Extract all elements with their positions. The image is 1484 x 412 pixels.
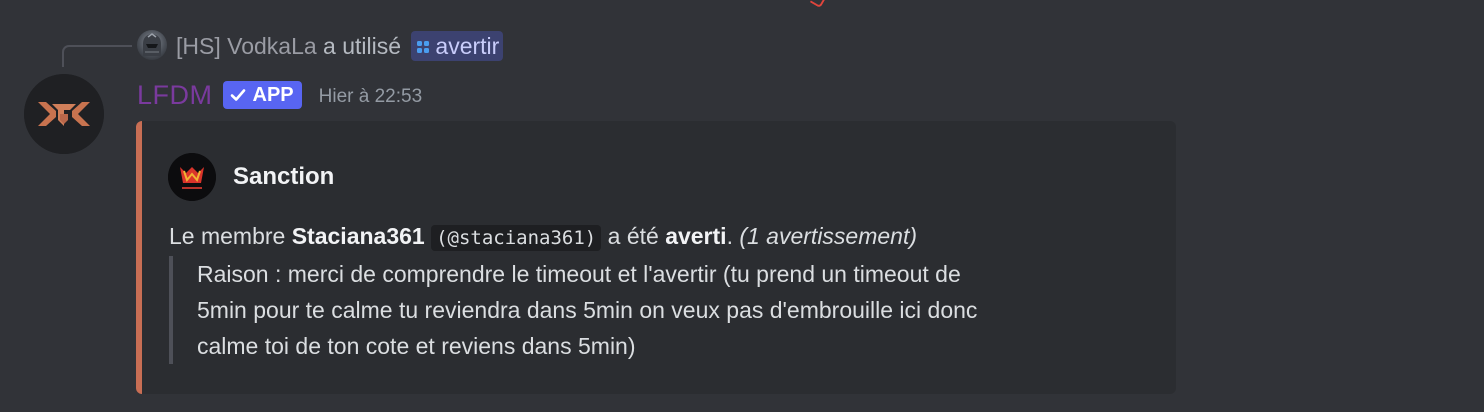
- message-header: LFDM APP Hier à 22:53: [137, 79, 422, 111]
- reply-action-text: a utilisé: [323, 33, 402, 59]
- message-timestamp[interactable]: Hier à 22:53: [319, 86, 423, 108]
- reason-line: calme toi de ton cote et reviens dans 5m…: [197, 333, 636, 359]
- bot-username[interactable]: LFDM: [137, 80, 213, 111]
- desc-prefix: Le membre: [169, 223, 292, 249]
- reply-spine-line: [62, 45, 132, 67]
- check-icon: [230, 89, 245, 101]
- reply-command-mention[interactable]: avertir: [411, 31, 504, 61]
- reason-line: 5min pour te calme tu reviendra dans 5mi…: [197, 297, 978, 323]
- desc-middle: a été: [601, 223, 666, 249]
- desc-period: .: [726, 223, 733, 249]
- reply-reference[interactable]: [HS] VodkaLa a utilisé avertir: [176, 31, 504, 61]
- reaction-mark-fragment: [809, 0, 827, 9]
- reply-username[interactable]: [HS] VodkaLa: [176, 33, 317, 59]
- embed-author: Sanction: [168, 153, 334, 201]
- app-badge[interactable]: APP: [222, 81, 302, 109]
- embed-description: Le membre Staciana361 (@staciana361) a é…: [169, 219, 917, 255]
- sanction-logo-icon: [168, 153, 216, 201]
- reason-line: Raison : merci de comprendre le timeout …: [197, 261, 961, 287]
- member-handle: (@staciana361): [431, 225, 602, 251]
- action-word: averti: [665, 223, 727, 249]
- sanction-embed: Sanction Le membre Staciana361 (@stacian…: [136, 121, 1176, 394]
- reply-command-name: avertir: [435, 33, 500, 59]
- app-badge-label: APP: [252, 83, 294, 106]
- embed-author-name: Sanction: [233, 163, 335, 190]
- lfdm-logo-icon: [24, 74, 104, 154]
- reason-blockquote: Raison : merci de comprendre le timeout …: [169, 256, 1089, 364]
- slash-command-icon: [417, 41, 430, 53]
- reply-avatar-icon[interactable]: [137, 30, 167, 60]
- bot-avatar[interactable]: [24, 74, 104, 154]
- warning-count: (1 avertissement): [739, 223, 918, 249]
- member-name: Staciana361: [291, 223, 425, 249]
